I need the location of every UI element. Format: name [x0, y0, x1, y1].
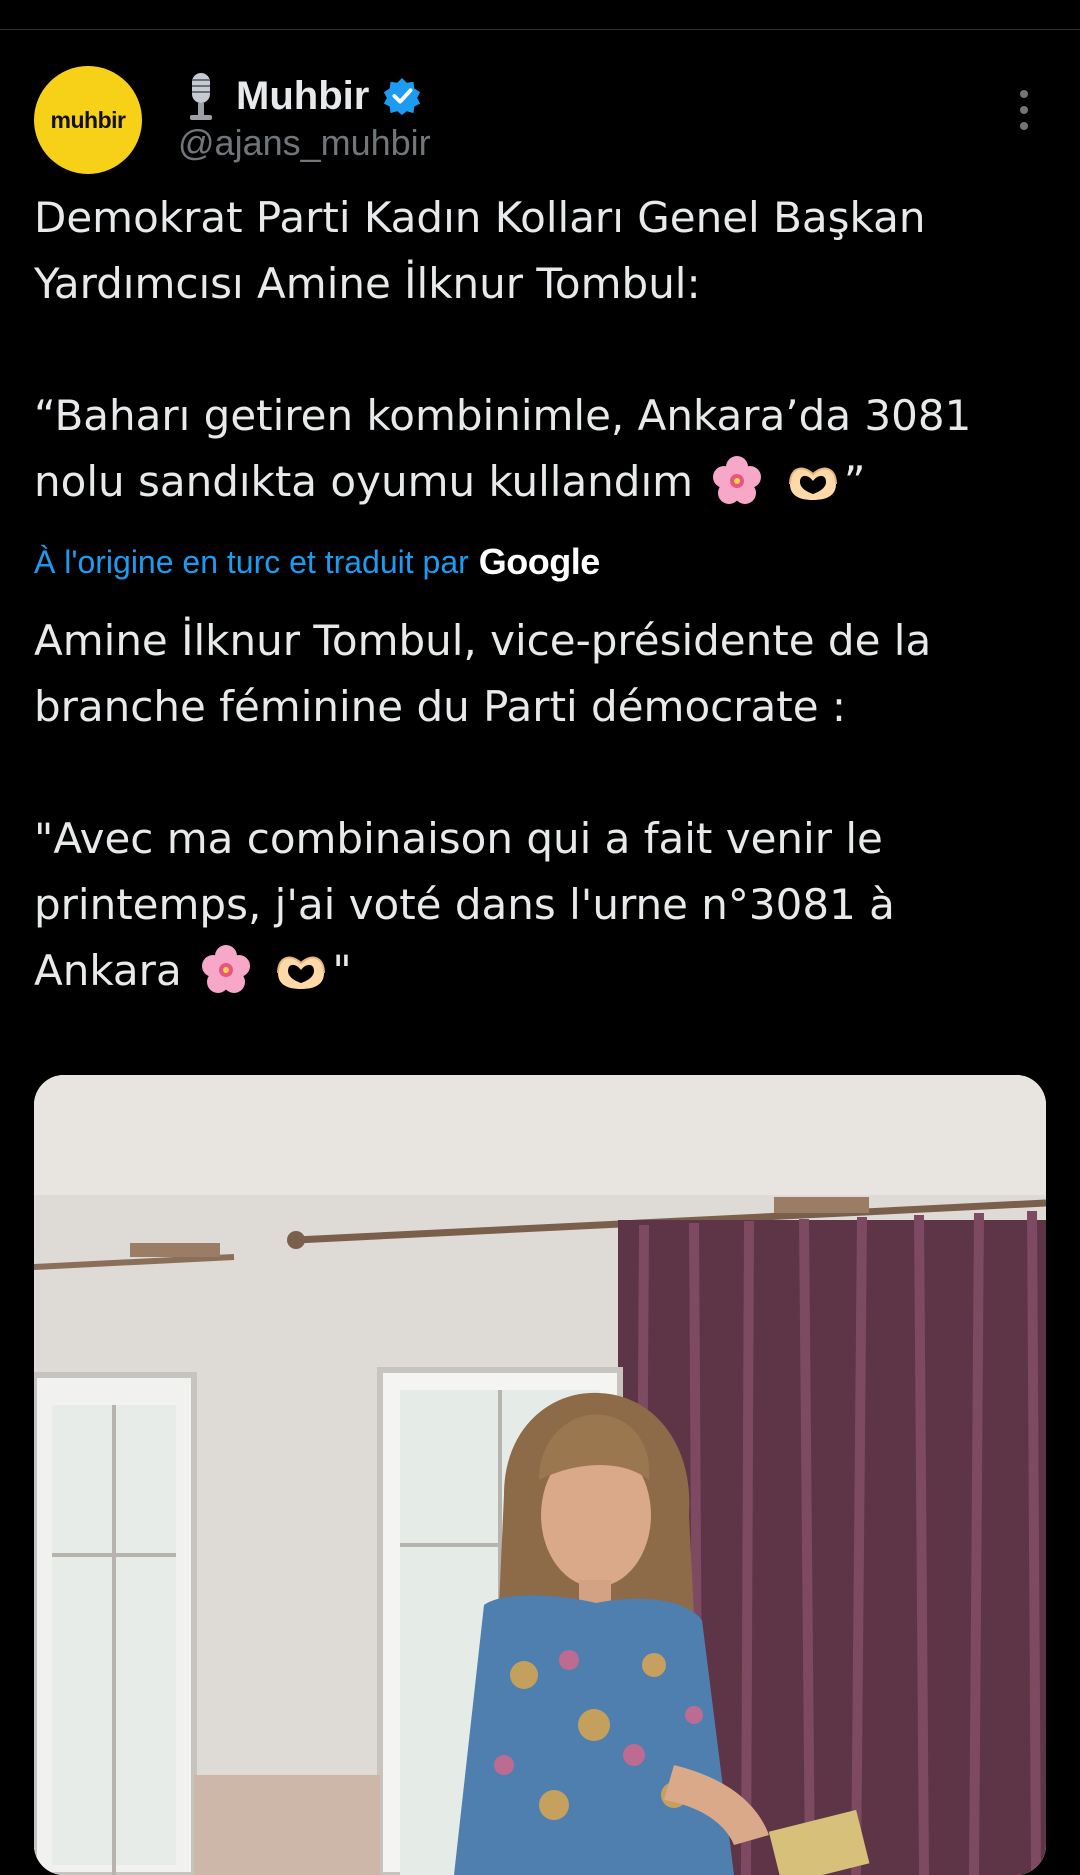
- original-heading: Demokrat Parti Kadın Kolları Genel Başka…: [34, 193, 926, 308]
- original-quote-close: ”: [843, 457, 866, 506]
- tweet-original-text: Demokrat Parti Kadın Kolları Genel Başka…: [34, 185, 1054, 515]
- original-quote: “Baharı getiren kombinimle, Ankara’da 30…: [34, 383, 1054, 515]
- translation-attribution: À l'origine en turc et traduit par Googl…: [34, 538, 600, 586]
- author-avatar[interactable]: muhbir: [34, 66, 142, 174]
- translated-quote-text: "Avec ma combinaison qui a fait venir le…: [34, 814, 895, 995]
- photo-illustration: [34, 1075, 1046, 1875]
- verified-badge-icon: [384, 77, 421, 115]
- avatar-logo-text: muhbir: [50, 106, 126, 133]
- microphone-icon: [190, 73, 212, 120]
- top-divider: [0, 29, 1080, 30]
- heart-hands-emoji-icon: [788, 467, 837, 500]
- more-options-icon[interactable]: [1012, 88, 1036, 132]
- translated-quote: "Avec ma combinaison qui a fait venir le…: [34, 806, 1054, 1004]
- author-handle[interactable]: @ajans_muhbir: [178, 122, 431, 164]
- translated-heading: Amine İlknur Tombul, vice-présidente de …: [34, 616, 932, 731]
- heart-hands-emoji-icon: [277, 956, 326, 989]
- translated-by-label[interactable]: À l'origine en turc et traduit par: [34, 544, 469, 581]
- tweet-photo[interactable]: [34, 1075, 1046, 1875]
- translated-quote-close: ": [332, 946, 352, 995]
- google-logo: Google: [478, 541, 601, 582]
- author-display-name[interactable]: Muhbir: [236, 74, 369, 119]
- cherry-blossom-emoji-icon: [713, 456, 762, 504]
- author-name-row[interactable]: Muhbir: [178, 68, 421, 124]
- cherry-blossom-emoji-icon: [202, 945, 251, 993]
- tweet-translated-text: Amine İlknur Tombul, vice-présidente de …: [34, 608, 1054, 1004]
